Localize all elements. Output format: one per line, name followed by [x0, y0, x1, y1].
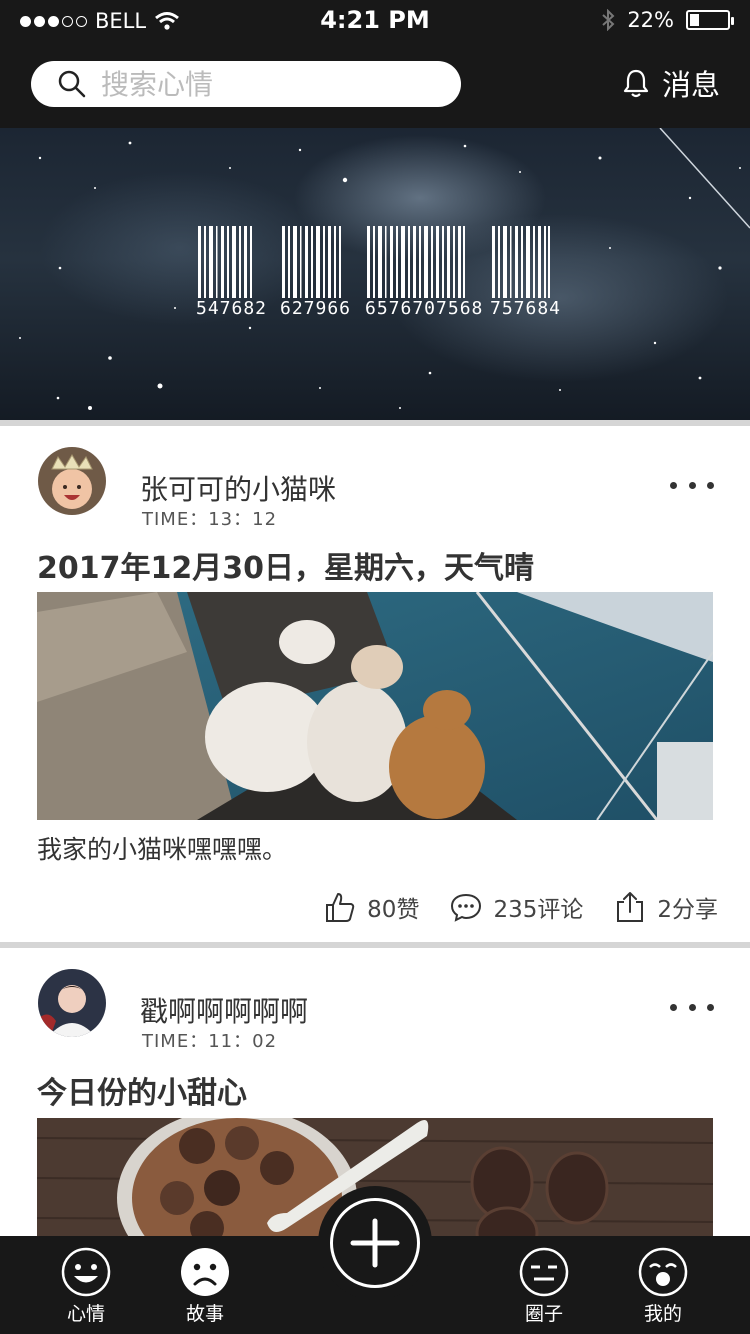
tab-label: 故事 [185, 1303, 224, 1325]
tab-mine[interactable]: 我的 [608, 1236, 718, 1334]
thumbs-up-icon [326, 893, 355, 922]
comment-icon [451, 893, 482, 922]
status-right: 22% [601, 8, 734, 32]
barcode-bars [198, 226, 550, 298]
comment-button[interactable]: 235评论 [449, 890, 583, 924]
neutral-face-icon [519, 1247, 569, 1297]
status-bar: BELL 4:21 PM 22% [0, 0, 750, 40]
messages-label: 消息 [661, 68, 720, 102]
add-post-button[interactable] [318, 1186, 432, 1300]
sad-face-icon [181, 1248, 229, 1296]
barcode-number: 547682 [196, 298, 268, 319]
more-options-icon[interactable] [670, 1004, 714, 1014]
top-header: 消息 [0, 40, 750, 128]
post-caption: 我家的小猫咪嘿嘿嘿。 [37, 835, 288, 864]
post-card[interactable]: 张可可的小猫咪 TIME：13：12 2017年12月30日，星期六，天气晴 我… [0, 426, 750, 942]
search-bar[interactable] [31, 61, 461, 107]
tab-story[interactable]: 故事 [150, 1236, 260, 1334]
post-title: 今日份的小甜心 [37, 1076, 247, 1111]
tab-label: 圈子 [524, 1303, 563, 1325]
post-title: 2017年12月30日，星期六，天气晴 [37, 551, 534, 586]
messages-button[interactable]: 消息 [622, 62, 720, 104]
bluetooth-icon [602, 9, 615, 31]
avatar[interactable] [38, 969, 106, 1037]
smile-face-icon [61, 1247, 111, 1297]
avatar[interactable] [38, 447, 106, 515]
post-time: TIME：13：12 [142, 509, 278, 530]
surprised-face-icon [638, 1247, 688, 1297]
bell-icon [623, 69, 649, 98]
post-actions: 80赞 235评论 2分享 [323, 890, 718, 924]
banner-image[interactable]: 547682 627966 6576707568 757684 [0, 128, 750, 420]
more-options-icon[interactable] [670, 482, 714, 492]
barcode-number: 627966 [280, 298, 352, 319]
share-icon [617, 892, 644, 922]
add-button-ring [330, 1198, 420, 1288]
tab-circle[interactable]: 圈子 [489, 1236, 599, 1334]
search-input[interactable] [101, 67, 401, 101]
barcode-graphic: 547682 627966 6576707568 757684 [196, 226, 560, 326]
username[interactable]: 戳啊啊啊啊啊 [140, 990, 308, 1030]
battery-percent: 22% [627, 8, 674, 32]
person-avatar-image [38, 969, 106, 1037]
tab-label: 我的 [643, 1303, 682, 1325]
post-image[interactable] [37, 592, 713, 820]
tab-mood[interactable]: 心情 [31, 1236, 141, 1334]
post-time: TIME：11：02 [142, 1031, 278, 1052]
plus-icon [350, 1218, 400, 1268]
tab-label: 心情 [66, 1303, 105, 1325]
baby-avatar-image [38, 447, 106, 515]
share-button[interactable]: 2分享 [613, 890, 718, 924]
search-icon [58, 70, 86, 98]
comment-count: 235评论 [493, 897, 584, 923]
barcode-number: 757684 [490, 298, 562, 319]
like-button[interactable]: 80赞 [323, 890, 419, 924]
username[interactable]: 张可可的小猫咪 [140, 468, 336, 508]
cats-photo [37, 592, 713, 820]
barcode-number: 6576707568 [365, 298, 484, 319]
battery-icon [686, 10, 734, 30]
share-count: 2分享 [657, 897, 718, 923]
like-count: 80赞 [367, 897, 420, 923]
